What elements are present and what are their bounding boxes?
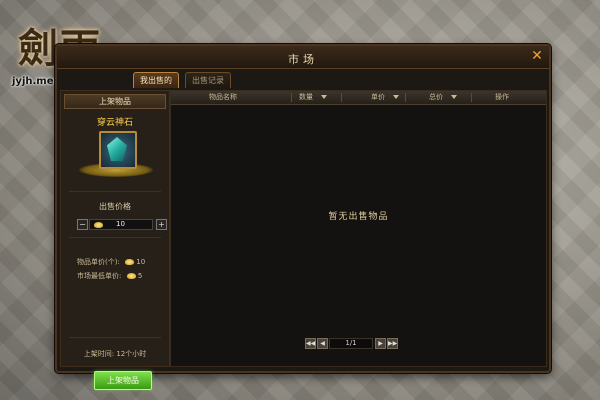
tab-my-sales[interactable]: 我出售的	[133, 72, 179, 88]
decrease-price-button[interactable]: −	[77, 219, 88, 230]
divider	[69, 237, 161, 238]
column-total-price-label: 总价	[429, 93, 443, 101]
increase-price-button[interactable]: +	[156, 219, 167, 230]
item-slot[interactable]	[99, 131, 137, 169]
min-price-label: 市场最低单价:	[77, 272, 122, 280]
column-total-price[interactable]: 总价	[429, 91, 457, 104]
next-page-button[interactable]: ▶	[375, 338, 386, 349]
price-value: 10	[116, 220, 125, 228]
page-indicator[interactable]: 1/1	[329, 338, 373, 349]
unit-price-label: 物品单价(个):	[77, 258, 120, 266]
column-item-name: 物品名称	[209, 93, 237, 101]
window-title: 市场	[288, 53, 318, 66]
list-item-button[interactable]: 上架物品	[94, 371, 152, 390]
column-divider	[471, 93, 472, 102]
sort-arrow-icon	[321, 95, 327, 99]
listing-panel: 上架物品 穿云神石 出售价格 − 10 + 物品单价(个): 10 市场最低单价…	[60, 90, 170, 390]
gold-coin-icon	[126, 273, 136, 279]
column-quantity-label: 数量	[299, 93, 313, 101]
column-actions: 操作	[495, 93, 509, 101]
column-divider	[341, 93, 342, 102]
divider	[69, 191, 161, 192]
sales-table: 物品名称 数量 单价 总价 操作 暂无出售物品 ◀◀ ◀ 1/1 ▶ ▶▶	[170, 90, 547, 367]
column-unit-price[interactable]: 单价	[371, 91, 399, 104]
divider	[69, 337, 161, 338]
close-icon[interactable]: ✕	[529, 48, 545, 64]
first-page-button[interactable]: ◀◀	[305, 338, 316, 349]
column-quantity[interactable]: 数量	[299, 91, 327, 104]
column-divider	[405, 93, 406, 102]
market-window: 市场 ✕ 我出售的 出售记录 上架物品 穿云神石 出售价格 − 10 + 物品单…	[55, 44, 551, 390]
gem-icon	[107, 137, 127, 161]
column-unit-price-label: 单价	[371, 93, 385, 101]
unit-price-row: 物品单价(个): 10	[77, 257, 145, 267]
listing-panel-header: 上架物品	[64, 94, 166, 109]
sell-price-label: 出售价格	[99, 202, 131, 211]
gold-coin-icon	[94, 222, 103, 228]
column-divider	[291, 93, 292, 102]
listing-duration: 上架时间: 12个小时	[83, 350, 147, 358]
tab-sales-history[interactable]: 出售记录	[185, 72, 231, 88]
sort-arrow-icon	[393, 95, 399, 99]
prev-page-button[interactable]: ◀	[317, 338, 328, 349]
price-stepper: − 10 +	[77, 219, 167, 230]
sort-arrow-icon	[451, 95, 457, 99]
last-page-button[interactable]: ▶▶	[387, 338, 398, 349]
min-price-row: 市场最低单价: 5	[77, 271, 142, 281]
price-input[interactable]: 10	[89, 219, 153, 230]
unit-price-value: 10	[136, 258, 146, 266]
table-header: 物品名称 数量 单价 总价 操作	[171, 91, 546, 105]
empty-state-message: 暂无出售物品	[328, 212, 389, 222]
item-name: 穿云神石	[96, 118, 133, 128]
gold-coin-icon	[125, 259, 135, 265]
min-price-value: 5	[137, 272, 143, 280]
title-bar: 市场 ✕	[57, 46, 549, 69]
